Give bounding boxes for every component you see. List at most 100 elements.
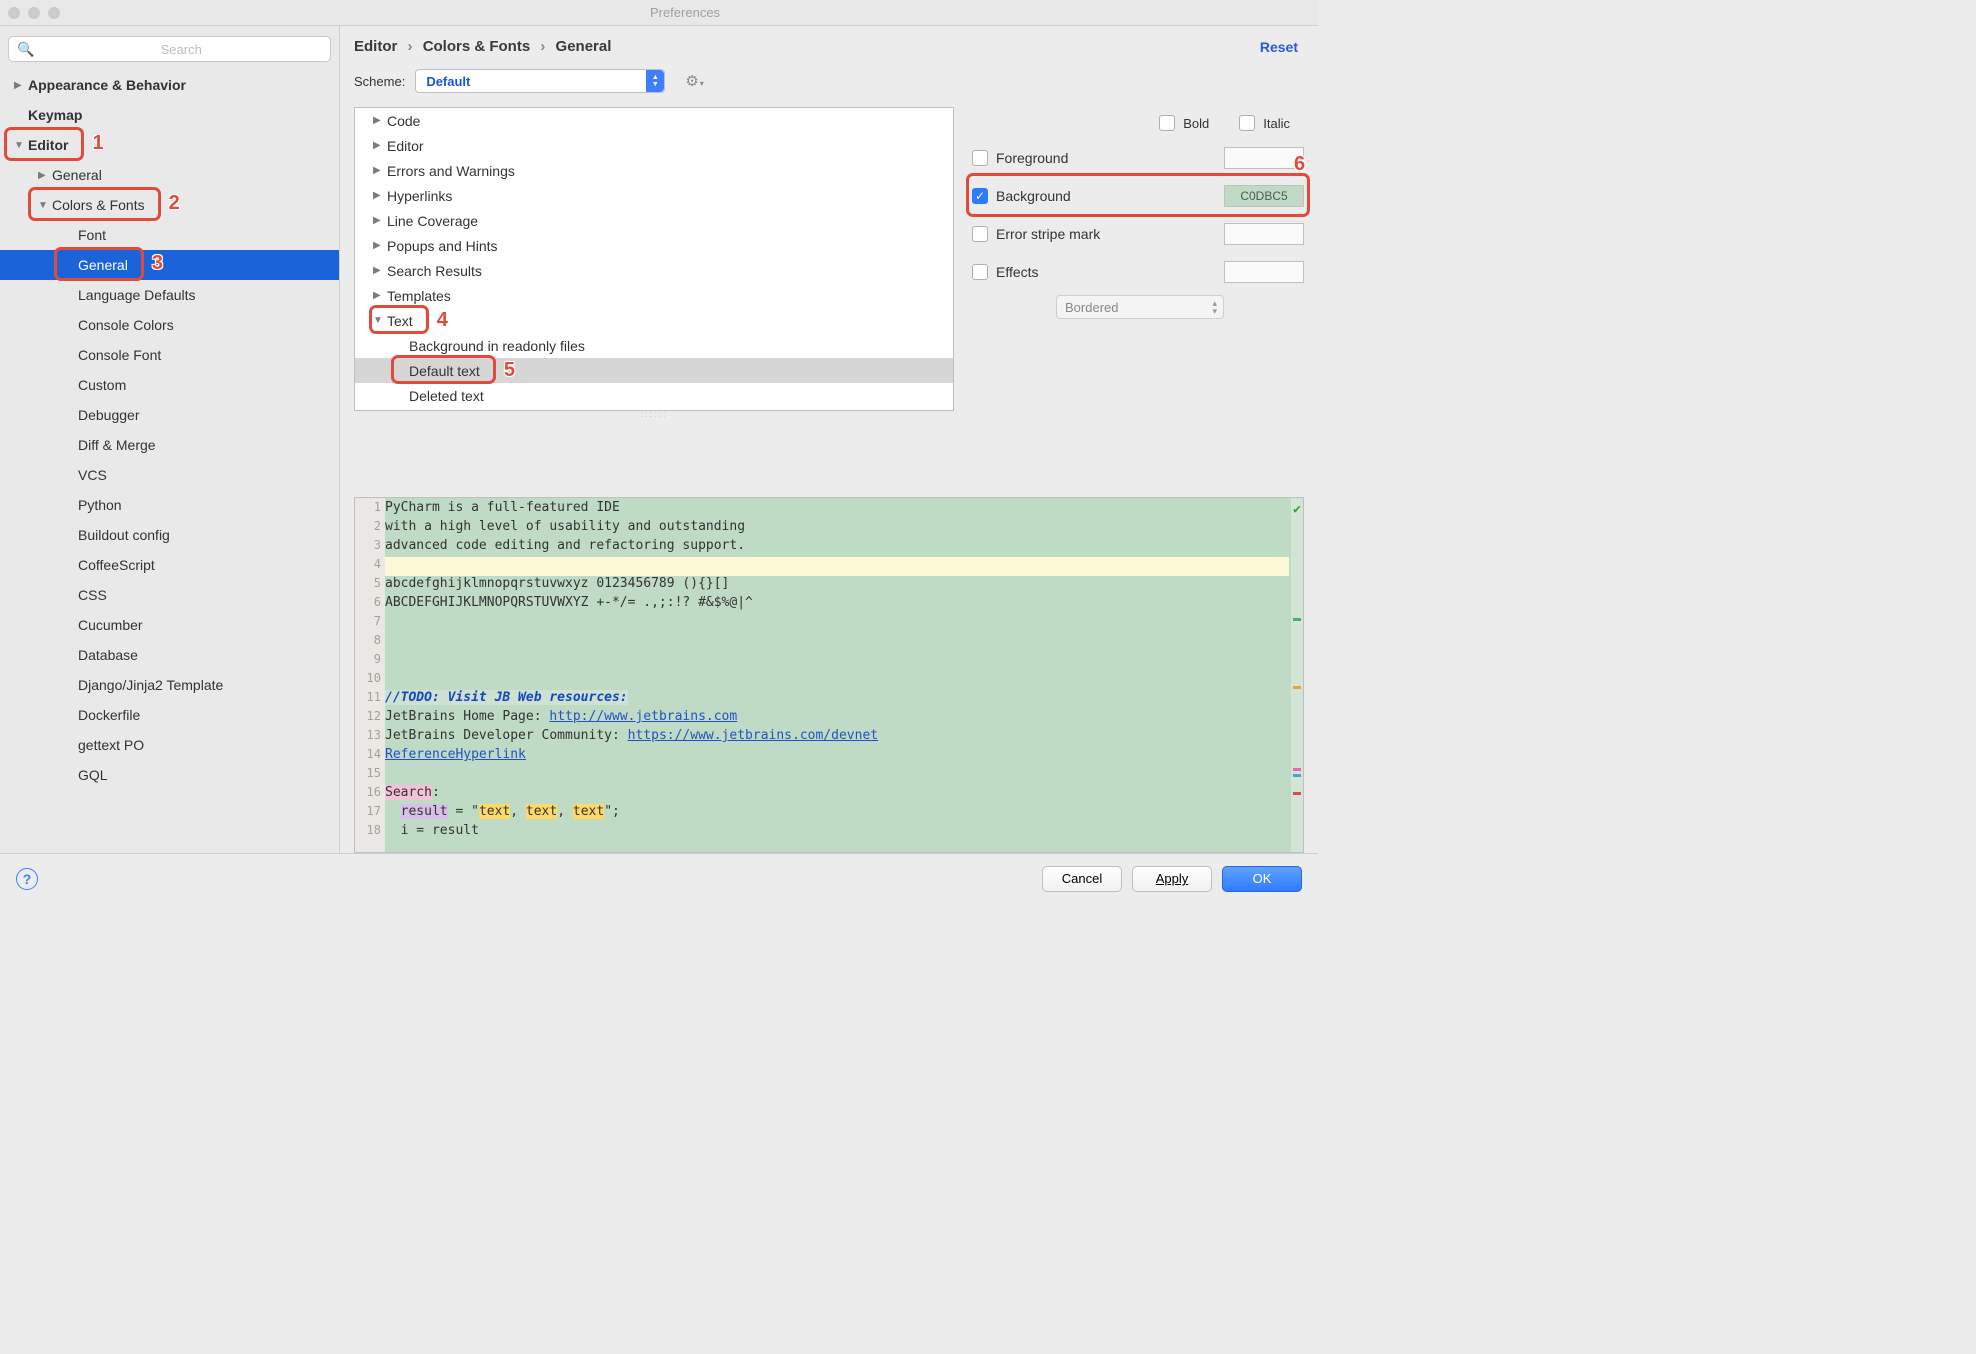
background-option[interactable]: ✓ Background C0DBC5 (972, 177, 1304, 215)
stripe-mark[interactable] (1293, 768, 1301, 771)
disclosure-right-icon: ▶ (373, 165, 387, 176)
sidebar-item-label: Appearance & Behavior (28, 77, 186, 93)
attr-tree-item[interactable]: ▶Code (355, 108, 953, 133)
sidebar: 🔍 ▶Appearance & BehaviorKeymap▼Editor▶Ge… (0, 26, 340, 853)
sidebar-item[interactable]: ▼Editor (0, 130, 339, 160)
code-line (385, 633, 1289, 652)
sidebar-item[interactable]: General (0, 250, 339, 280)
style-row: Bold Italic (972, 115, 1304, 131)
checkbox-icon[interactable] (1159, 115, 1175, 131)
code-line: ABCDEFGHIJKLMNOPQRSTUVWXYZ +-*/= .,;:!? … (385, 595, 1289, 614)
crumb-1[interactable]: Colors & Fonts (423, 38, 531, 55)
attr-tree-item[interactable]: ▶Popups and Hints (355, 233, 953, 258)
close-icon[interactable] (8, 7, 20, 19)
minimize-icon[interactable] (28, 7, 40, 19)
search-icon: 🔍 (17, 41, 34, 58)
attr-tree-item[interactable]: Background in readonly files (355, 333, 953, 358)
sidebar-item[interactable]: Console Font (0, 340, 339, 370)
sidebar-item[interactable]: Database (0, 640, 339, 670)
attr-tree-item[interactable]: ▶Hyperlinks (355, 183, 953, 208)
disclosure-right-icon: ▶ (38, 170, 52, 181)
sidebar-item[interactable]: VCS (0, 460, 339, 490)
ok-button[interactable]: OK (1222, 866, 1302, 892)
sidebar-item[interactable]: Language Defaults (0, 280, 339, 310)
sidebar-item[interactable]: ▶Appearance & Behavior (0, 70, 339, 100)
attribute-tree[interactable]: ▶Code▶Editor▶Errors and Warnings▶Hyperli… (354, 107, 954, 411)
sidebar-item[interactable]: gettext PO (0, 730, 339, 760)
sidebar-item-label: Buildout config (78, 527, 170, 543)
error-stripe[interactable]: ✔ (1291, 498, 1303, 852)
checkbox-icon[interactable] (1239, 115, 1255, 131)
effects-select[interactable]: Bordered ▴▾ (1056, 295, 1224, 319)
apply-button[interactable]: Apply (1132, 866, 1212, 892)
sidebar-item[interactable]: Custom (0, 370, 339, 400)
sidebar-item[interactable]: Keymap (0, 100, 339, 130)
effects-option[interactable]: Effects (972, 253, 1304, 291)
attr-tree-item[interactable]: ▼Text (355, 308, 953, 333)
sidebar-item[interactable]: Cucumber (0, 610, 339, 640)
bold-option[interactable]: Bold (1159, 115, 1209, 131)
zoom-icon[interactable] (48, 7, 60, 19)
error-stripe-swatch[interactable] (1224, 223, 1304, 245)
error-stripe-option[interactable]: Error stripe mark (972, 215, 1304, 253)
code-line: abcdefghijklmnopqrstuvwxyz 0123456789 ()… (385, 576, 1289, 595)
chevron-updown-icon: ▴▾ (1212, 299, 1217, 315)
sidebar-item[interactable]: CoffeeScript (0, 550, 339, 580)
attr-tree-item[interactable]: ▶Line Coverage (355, 208, 953, 233)
sidebar-item[interactable]: Font (0, 220, 339, 250)
cancel-button[interactable]: Cancel (1042, 866, 1122, 892)
resize-grip[interactable]: :::::: (354, 411, 954, 417)
sidebar-item-label: Console Font (78, 347, 161, 363)
checkbox-icon[interactable]: ✓ (972, 188, 988, 204)
sidebar-item-label: Font (78, 227, 106, 243)
effects-swatch[interactable] (1224, 261, 1304, 283)
attr-tree-item[interactable]: ▶Editor (355, 133, 953, 158)
background-swatch[interactable]: C0DBC5 (1224, 185, 1304, 207)
stripe-mark[interactable] (1293, 792, 1301, 795)
stripe-mark[interactable] (1293, 618, 1301, 621)
titlebar: Preferences (0, 0, 1318, 26)
crumb-0[interactable]: Editor (354, 38, 397, 55)
attr-tree-item[interactable]: Deleted text (355, 383, 953, 408)
sidebar-item[interactable]: Python (0, 490, 339, 520)
attr-tree-label: Search Results (387, 263, 482, 279)
reset-button[interactable]: Reset (1260, 39, 1298, 55)
italic-option[interactable]: Italic (1239, 115, 1290, 131)
scheme-select[interactable]: Default ▲▼ (415, 69, 665, 93)
stripe-mark[interactable] (1293, 774, 1301, 777)
content: 🔍 ▶Appearance & BehaviorKeymap▼Editor▶Ge… (0, 26, 1318, 853)
code-line: i = result (385, 823, 1289, 842)
attr-tree-item[interactable]: ▶Errors and Warnings (355, 158, 953, 183)
attr-tree-item[interactable]: ▶Search Results (355, 258, 953, 283)
stripe-mark[interactable] (1293, 686, 1301, 689)
checkbox-icon[interactable] (972, 150, 988, 166)
attr-tree-label: Errors and Warnings (387, 163, 515, 179)
sidebar-item[interactable]: Console Colors (0, 310, 339, 340)
settings-tree[interactable]: ▶Appearance & BehaviorKeymap▼Editor▶Gene… (0, 68, 339, 853)
sidebar-item[interactable]: Buildout config (0, 520, 339, 550)
foreground-option[interactable]: Foreground (972, 139, 1304, 177)
search-input[interactable] (40, 42, 322, 57)
code-line (385, 557, 1289, 576)
attr-tree-label: Popups and Hints (387, 238, 498, 254)
code-line: ReferenceHyperlink (385, 747, 1289, 766)
sidebar-item[interactable]: CSS (0, 580, 339, 610)
crumb-2[interactable]: General (556, 38, 612, 55)
attr-tree-item[interactable]: Default text (355, 358, 953, 383)
checkbox-icon[interactable] (972, 264, 988, 280)
preferences-window: Preferences 🔍 ▶Appearance & BehaviorKeym… (0, 0, 1318, 903)
preview-editor[interactable]: 123456789101112131415161718 PyCharm is a… (354, 497, 1304, 853)
sidebar-item[interactable]: GQL (0, 760, 339, 790)
sidebar-item[interactable]: Dockerfile (0, 700, 339, 730)
help-button[interactable]: ? (16, 868, 38, 890)
gear-icon[interactable]: ⚙▾ (675, 72, 703, 90)
sidebar-item[interactable]: Diff & Merge (0, 430, 339, 460)
search-input-wrap[interactable]: 🔍 (8, 36, 331, 62)
attr-tree-item[interactable]: ▶Templates (355, 283, 953, 308)
checkbox-icon[interactable] (972, 226, 988, 242)
sidebar-item[interactable]: ▶General (0, 160, 339, 190)
foreground-swatch[interactable] (1224, 147, 1304, 169)
sidebar-item[interactable]: Debugger (0, 400, 339, 430)
sidebar-item[interactable]: ▼Colors & Fonts (0, 190, 339, 220)
sidebar-item[interactable]: Django/Jinja2 Template (0, 670, 339, 700)
